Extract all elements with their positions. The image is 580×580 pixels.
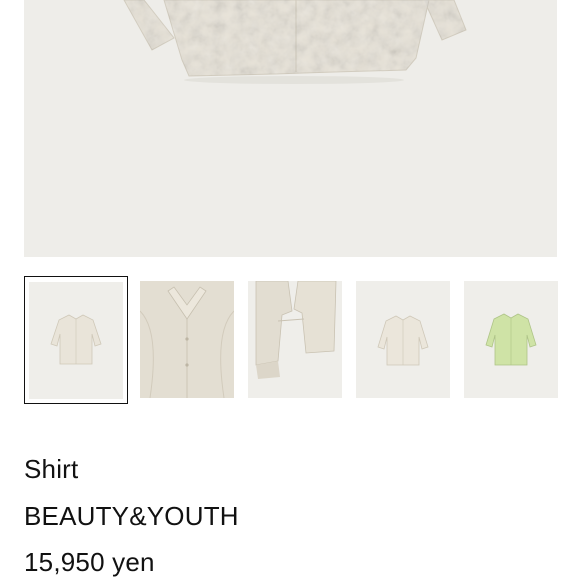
thumb-cream-shirt-hem-detail	[248, 281, 342, 398]
product-name: Shirt	[24, 454, 79, 484]
thumbnail-3[interactable]	[244, 276, 348, 404]
thumbnail-2[interactable]	[136, 276, 240, 404]
shirt-main-illustration	[123, 0, 467, 84]
product-page: Shirt BEAUTY&YOUTH 15,950 yen	[0, 0, 580, 580]
brand-name[interactable]: BEAUTY&YOUTH	[24, 499, 554, 533]
shirt-thumb-5	[485, 313, 537, 366]
main-product-image[interactable]	[24, 0, 557, 257]
product-info: Shirt BEAUTY&YOUTH 15,950 yen	[24, 452, 554, 579]
product-price: 15,950 yen	[24, 547, 155, 577]
shirt-thumb-3	[255, 281, 337, 379]
thumb-cream-shirt-collar-detail	[140, 281, 234, 398]
thumbnail-5[interactable]	[460, 276, 564, 404]
thumb-green-shirt-front	[464, 281, 558, 398]
thumbnail-strip	[24, 276, 564, 404]
thumbnail-1[interactable]	[24, 276, 128, 404]
shirt-thumb-1	[50, 314, 102, 365]
thumb-cream-shirt-front	[29, 282, 123, 399]
shirt-thumb-4	[377, 315, 429, 366]
shirt-thumb-2	[140, 281, 234, 398]
thumb-cream-shirt-front-small	[356, 281, 450, 398]
thumbnail-4[interactable]	[352, 276, 456, 404]
